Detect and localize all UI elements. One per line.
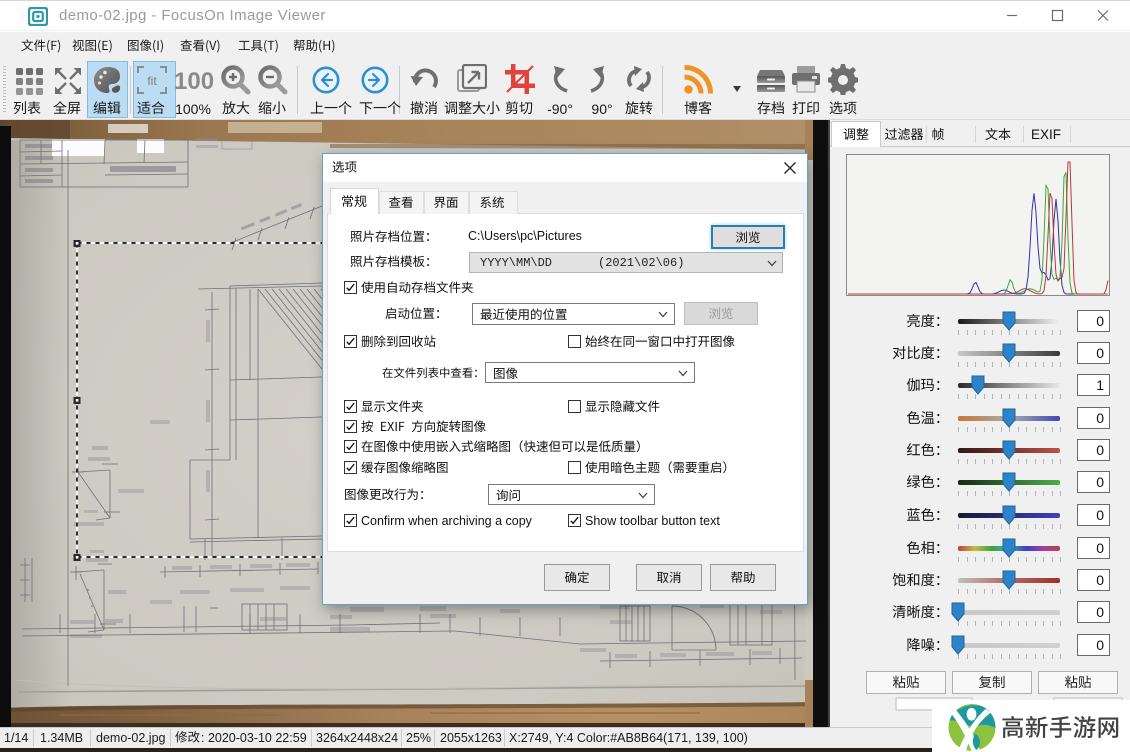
svg-text:fit: fit	[147, 74, 157, 88]
